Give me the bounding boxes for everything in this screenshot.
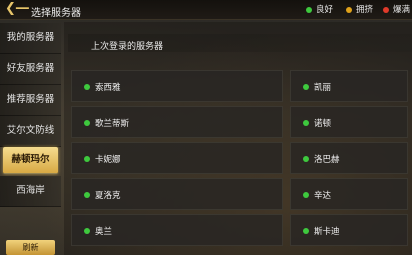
page-title: 选择服务器 xyxy=(31,8,81,19)
sidebar-item-hendon-myre[interactable]: 赫顿玛尔 xyxy=(3,147,58,174)
legend-good-label: 良好 xyxy=(316,5,334,15)
legend-good: 良好 xyxy=(306,5,333,15)
status-good-icon xyxy=(306,6,312,13)
server-status-icon xyxy=(84,84,90,90)
sidebar-item-elvenguard[interactable]: 艾尔文防线 xyxy=(0,116,61,147)
server-name: 夏洛克 xyxy=(95,191,121,201)
sidebar-item-friend-servers[interactable]: 好友服务器 xyxy=(0,54,61,85)
server-tile[interactable]: 诺顿 xyxy=(290,106,408,138)
server-name: 斯卡迪 xyxy=(314,227,340,237)
server-status-icon xyxy=(303,120,309,126)
legend-busy: 拥挤 xyxy=(346,5,373,15)
server-status-icon xyxy=(303,228,309,234)
server-status-icon xyxy=(303,156,309,162)
back-arrow-icon[interactable]: ❮― xyxy=(5,2,29,16)
server-name: 凯丽 xyxy=(314,83,332,93)
server-tile[interactable]: 奥兰 xyxy=(71,214,283,246)
server-tile[interactable]: 卡妮娜 xyxy=(71,142,283,174)
server-status-icon xyxy=(303,84,309,90)
server-tile[interactable]: 斯卡迪 xyxy=(290,214,408,246)
server-status-icon xyxy=(303,192,309,198)
server-name: 洛巴赫 xyxy=(314,155,340,165)
server-status-icon xyxy=(84,192,90,198)
sidebar-item-west-coast[interactable]: 西海岸 xyxy=(0,176,61,207)
section-title: 上次登录的服务器 xyxy=(91,42,164,52)
server-tile[interactable]: 辛达 xyxy=(290,178,408,210)
server-name: 辛达 xyxy=(314,191,332,201)
legend-busy-label: 拥挤 xyxy=(356,5,374,15)
sidebar-item-recommended-servers[interactable]: 推荐服务器 xyxy=(0,85,61,116)
server-tile[interactable]: 洛巴赫 xyxy=(290,142,408,174)
server-tile[interactable]: 歌兰蒂斯 xyxy=(71,106,283,138)
legend-full: 爆满 xyxy=(383,5,410,15)
server-name: 歌兰蒂斯 xyxy=(95,119,130,129)
server-name: 诺顿 xyxy=(314,119,332,129)
server-name: 卡妮娜 xyxy=(95,155,121,165)
sidebar: 我的服务器 好友服务器 推荐服务器 艾尔文防线 赫顿玛尔 西海岸 xyxy=(0,20,61,255)
status-busy-icon xyxy=(346,6,352,13)
server-name: 奥兰 xyxy=(95,227,113,237)
server-status-icon xyxy=(84,156,90,162)
server-status-icon xyxy=(84,120,90,126)
top-bar: ❮― 选择服务器 良好 拥挤 爆满 xyxy=(0,0,412,20)
refresh-button[interactable]: 刷新 xyxy=(6,240,55,255)
server-tile[interactable]: 夏洛克 xyxy=(71,178,283,210)
server-name: 索西雅 xyxy=(95,83,121,93)
server-status-icon xyxy=(84,228,90,234)
status-full-icon xyxy=(383,6,389,13)
server-tile[interactable]: 索西雅 xyxy=(71,70,283,102)
legend-full-label: 爆满 xyxy=(393,5,411,15)
sidebar-item-my-servers[interactable]: 我的服务器 xyxy=(0,23,61,54)
server-tile[interactable]: 凯丽 xyxy=(290,70,408,102)
